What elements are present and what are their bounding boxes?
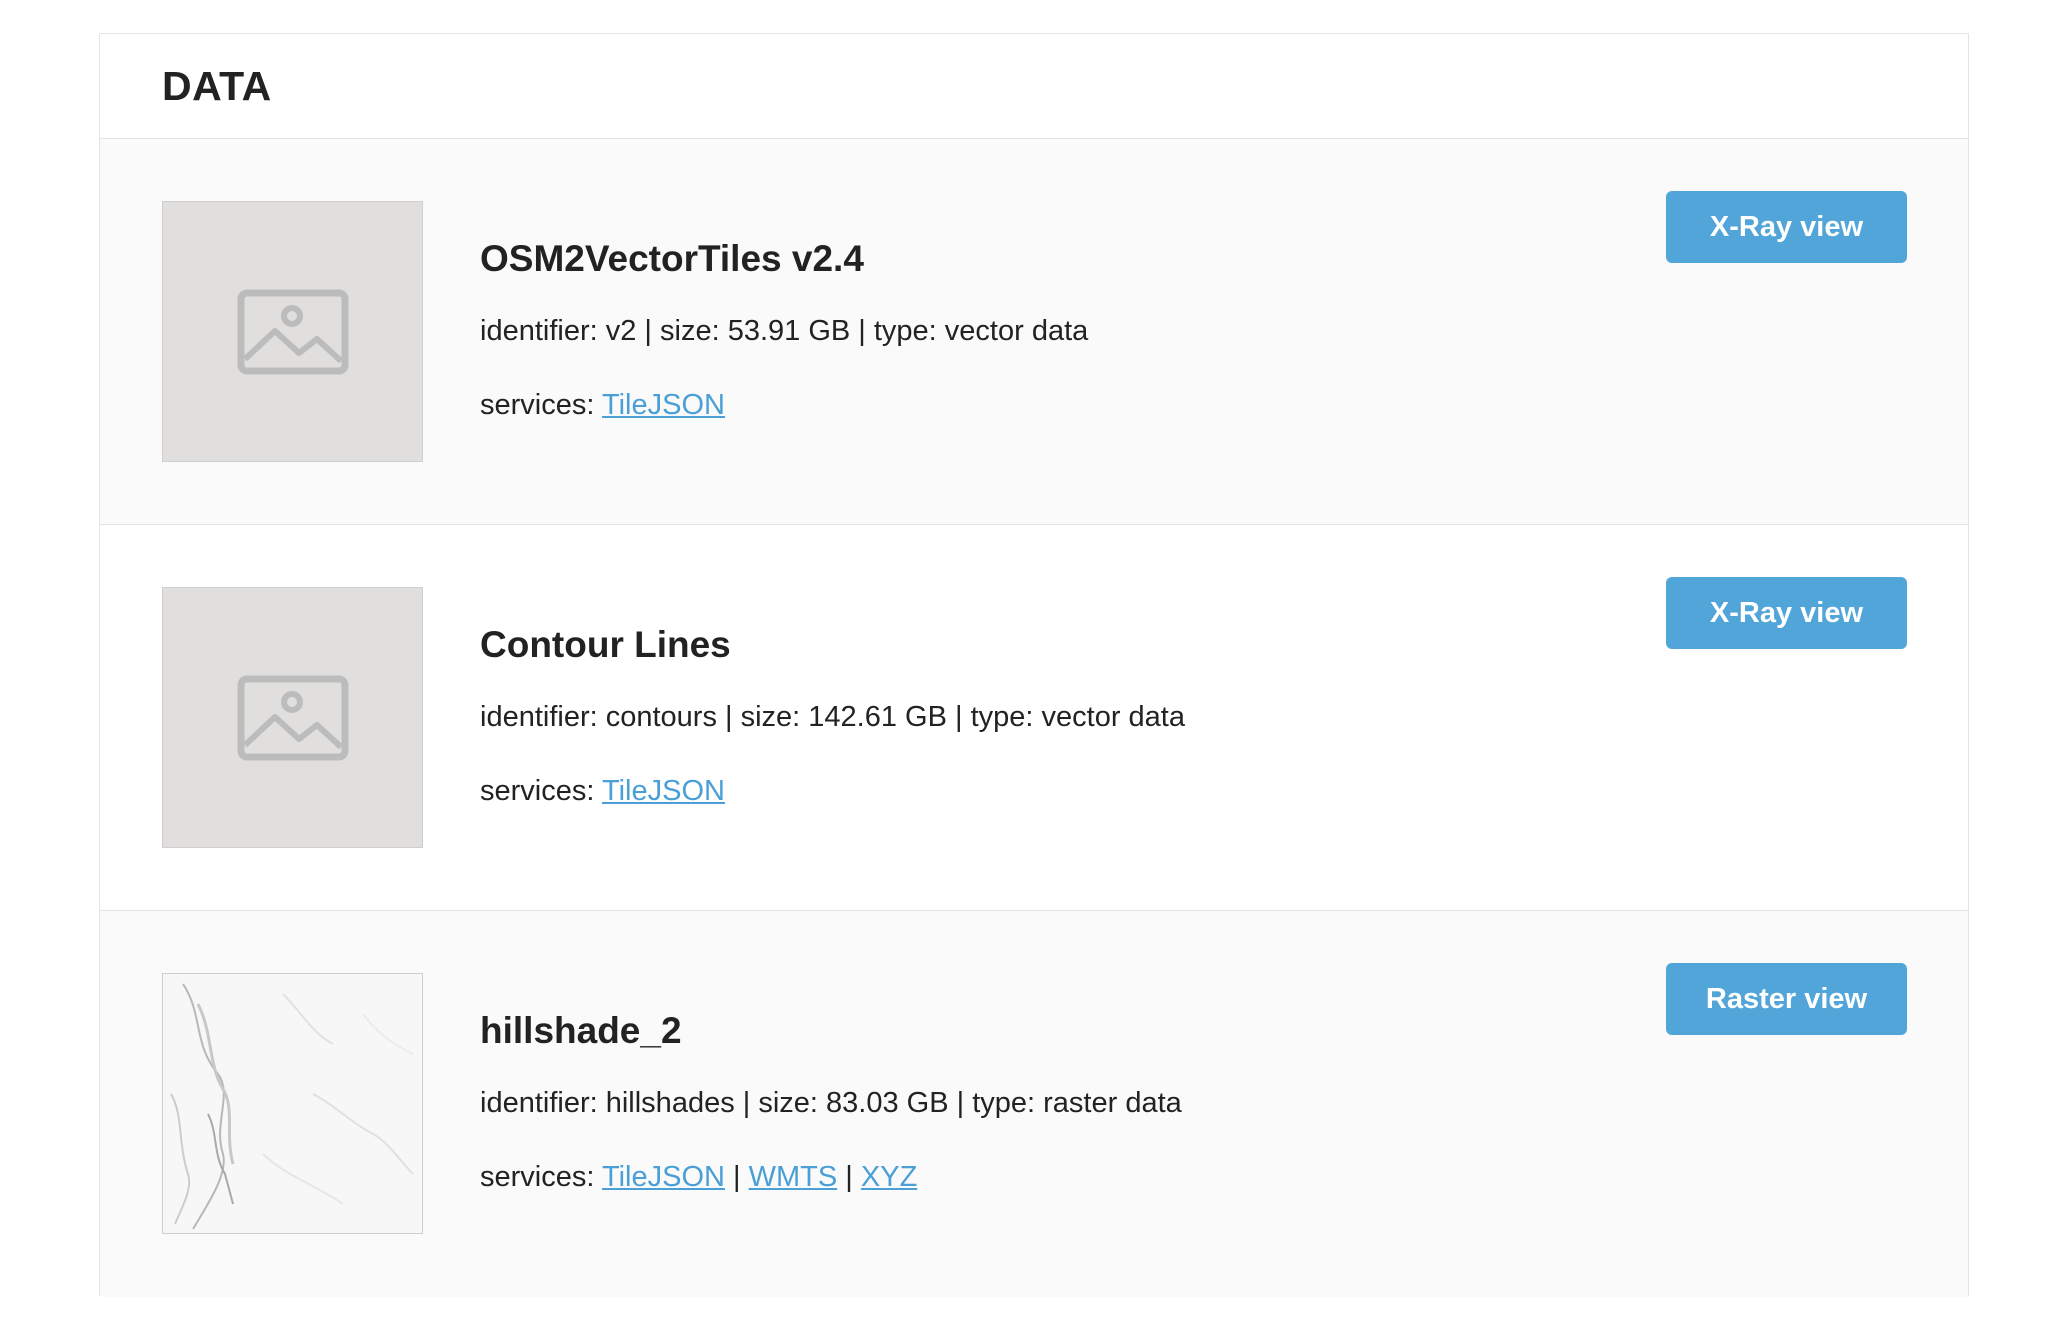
item-info: hillshade_2 identifier: hillshades | siz… [480, 1010, 1182, 1195]
item-info: OSM2VectorTiles v2.4 identifier: v2 | si… [480, 238, 1089, 423]
service-separator: | [845, 1161, 853, 1194]
data-thumbnail[interactable] [162, 973, 423, 1234]
item-services: services: TileJSON [480, 388, 1088, 423]
panel-title: DATA [162, 62, 272, 109]
data-thumbnail[interactable] [162, 201, 423, 462]
item-title[interactable]: OSM2VectorTiles v2.4 [480, 238, 1088, 280]
data-panel: DATA OSM2VectorTiles v2.4 identifier: v2… [99, 33, 1969, 1297]
service-separator: | [733, 1161, 741, 1194]
item-metadata: identifier: v2 | size: 53.91 GB | type: … [480, 314, 1089, 347]
hillshade-thumbnail [163, 974, 422, 1233]
xyz-link[interactable]: XYZ [861, 1161, 917, 1193]
image-placeholder-icon [237, 289, 348, 374]
data-thumbnail[interactable] [162, 587, 423, 848]
services-label: services: [480, 389, 595, 422]
item-info: Contour Lines identifier: contours | siz… [480, 624, 1185, 809]
item-services: services: TileJSON | WMTS | XYZ [480, 1160, 1182, 1195]
services-label: services: [480, 1161, 595, 1194]
item-title[interactable]: hillshade_2 [480, 1010, 1182, 1052]
item-metadata: identifier: hillshades | size: 83.03 GB … [480, 1086, 1182, 1119]
item-title[interactable]: Contour Lines [480, 624, 1185, 666]
item-metadata: identifier: contours | size: 142.61 GB |… [480, 700, 1185, 733]
tilejson-link[interactable]: TileJSON [602, 1161, 725, 1193]
data-item-hillshades: hillshade_2 identifier: hillshades | siz… [100, 911, 1968, 1297]
tilejson-link[interactable]: TileJSON [602, 389, 725, 421]
tilejson-link[interactable]: TileJSON [602, 775, 725, 807]
image-placeholder-icon [237, 675, 348, 760]
panel-header: DATA [100, 34, 1968, 139]
data-item-v2: OSM2VectorTiles v2.4 identifier: v2 | si… [100, 139, 1968, 525]
data-item-contours: Contour Lines identifier: contours | siz… [100, 525, 1968, 911]
wmts-link[interactable]: WMTS [749, 1161, 838, 1193]
xray-view-button[interactable]: X-Ray view [1666, 577, 1907, 649]
services-label: services: [480, 775, 595, 808]
xray-view-button[interactable]: X-Ray view [1666, 191, 1907, 263]
item-services: services: TileJSON [480, 774, 1185, 809]
raster-view-button[interactable]: Raster view [1666, 963, 1907, 1035]
